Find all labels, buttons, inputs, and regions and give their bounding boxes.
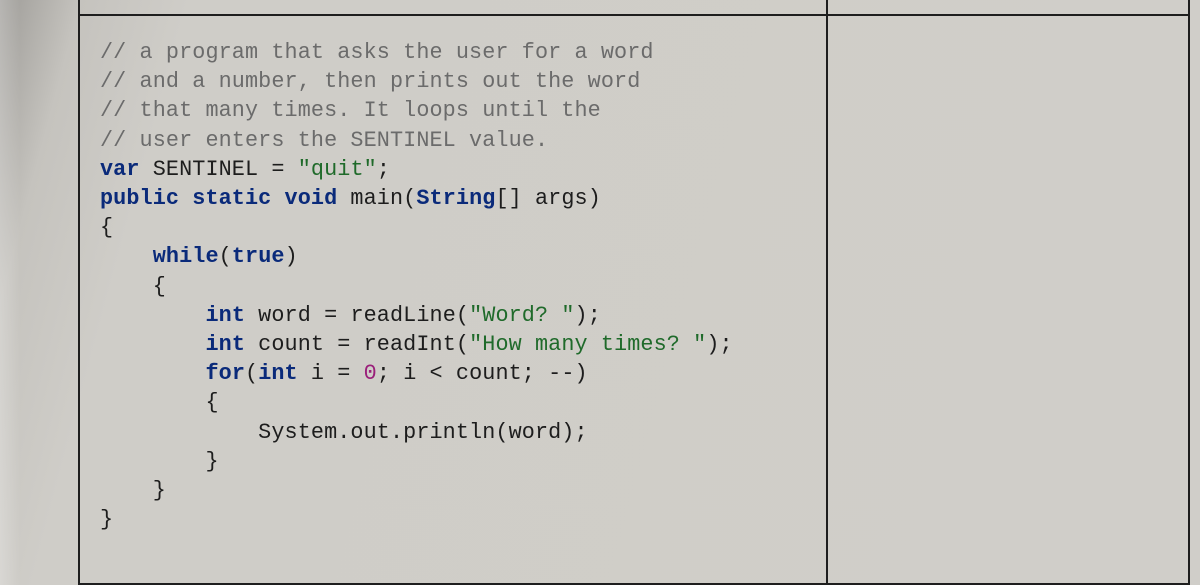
txt-for-rest: ; i < count; --) [377, 361, 588, 386]
txt-semi-2: ); [575, 303, 601, 328]
brace-open-2: { [100, 274, 166, 299]
paren-open-2: ( [245, 361, 258, 386]
brace-open-1: { [100, 215, 113, 240]
paren-open-1: ( [219, 244, 232, 269]
type-int-1: int [205, 303, 245, 328]
code-comment-1: // a program that asks the user for a wo… [100, 40, 654, 65]
code-comment-4: // user enters the SENTINEL value. [100, 128, 548, 153]
str-quit: "quit" [298, 157, 377, 182]
kw-while: while [153, 244, 219, 269]
code-block: // a program that asks the user for a wo… [80, 16, 826, 552]
type-int-3: int [258, 361, 298, 386]
code-column: // a program that asks the user for a wo… [80, 0, 828, 583]
txt-sentinel-eq: SENTINEL = [140, 157, 298, 182]
txt-main-open: main( [337, 186, 416, 211]
str-word: "Word? " [469, 303, 574, 328]
brace-close-1: } [100, 507, 113, 532]
worksheet-table: // a program that asks the user for a wo… [78, 0, 1190, 585]
num-zero: 0 [364, 361, 377, 386]
indent-2 [100, 303, 205, 328]
page-glare [0, 0, 20, 585]
txt-args: [] args) [495, 186, 600, 211]
txt-semi-1: ; [377, 157, 390, 182]
txt-println: System.out.println(word); [100, 420, 588, 445]
kw-for: for [205, 361, 245, 386]
answer-column [828, 0, 1188, 583]
str-howmany: "How many times? " [469, 332, 706, 357]
scanned-page: // a program that asks the user for a wo… [0, 0, 1200, 585]
indent-4 [100, 361, 205, 386]
code-comment-3: // that many times. It loops until the [100, 98, 601, 123]
paren-close-1: ) [285, 244, 298, 269]
code-comment-2: // and a number, then prints out the wor… [100, 69, 640, 94]
kw-var: var [100, 157, 140, 182]
txt-word-read: word = readLine( [245, 303, 469, 328]
type-string: String [416, 186, 495, 211]
header-row-left [80, 0, 826, 16]
txt-count-read: count = readInt( [245, 332, 469, 357]
brace-close-3: } [100, 449, 219, 474]
txt-i-eq: i = [298, 361, 364, 386]
type-int-2: int [205, 332, 245, 357]
indent-3 [100, 332, 205, 357]
kw-true: true [232, 244, 285, 269]
indent-1 [100, 244, 153, 269]
txt-semi-3: ); [706, 332, 732, 357]
kw-public-static-void: public static void [100, 186, 337, 211]
brace-open-3: { [100, 390, 219, 415]
header-row-right [828, 0, 1188, 16]
brace-close-2: } [100, 478, 166, 503]
